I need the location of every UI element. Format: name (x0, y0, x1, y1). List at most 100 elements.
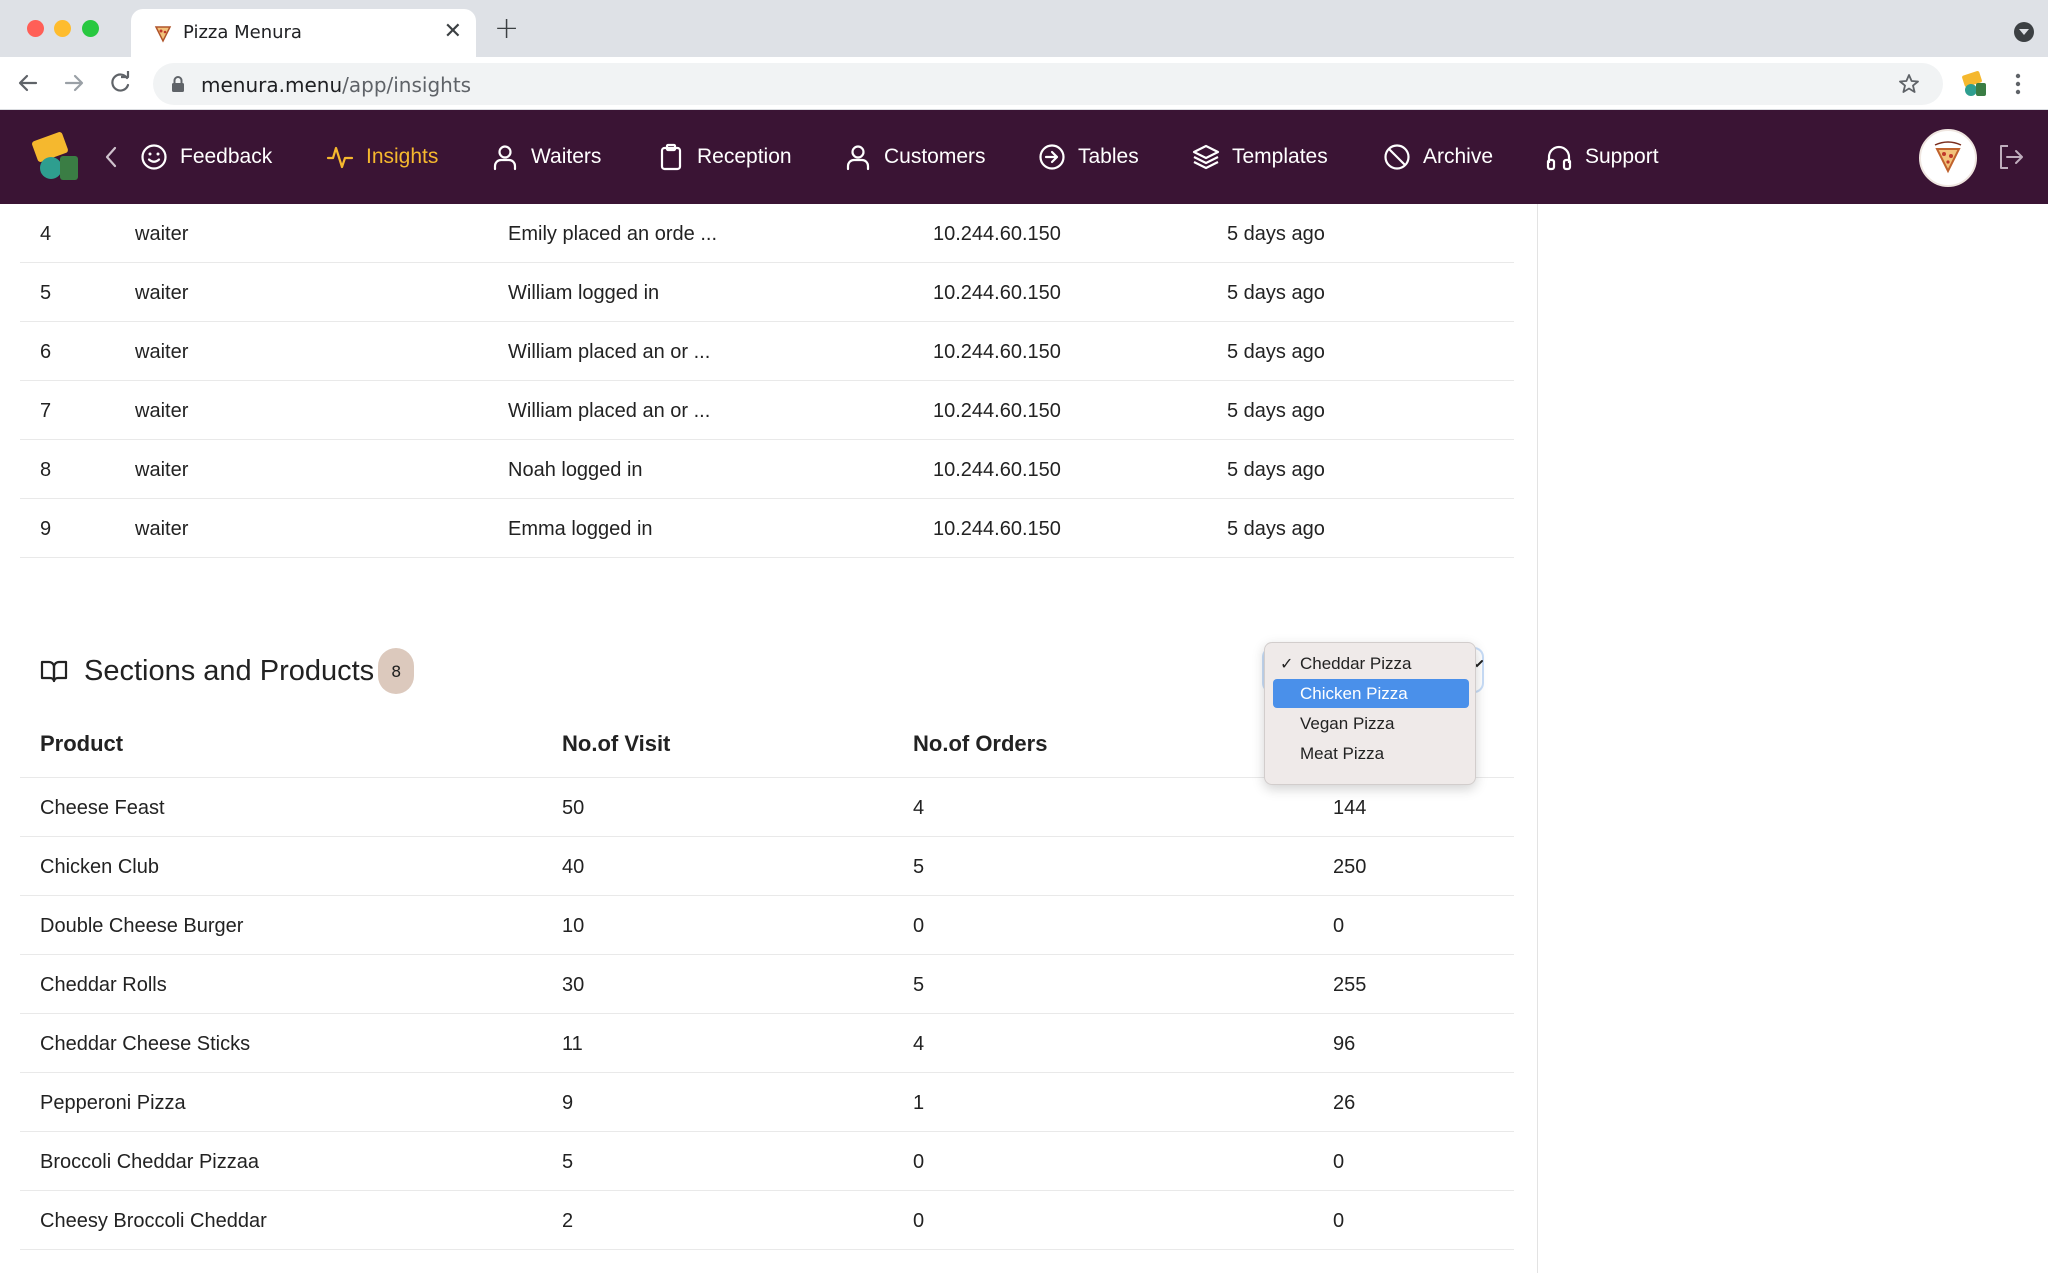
table-row: Double Cheese Burger 10 0 0 (20, 896, 1514, 955)
product-name: Cheesy Broccoli Cheddar (40, 1210, 267, 1232)
arrow-circle-icon (1039, 144, 1065, 170)
product-name: Broccoli Cheddar Pizzaa (40, 1151, 259, 1173)
log-action: William logged in (508, 282, 660, 304)
app-navbar: Feedback Insights Waiters Reception Cust… (0, 110, 2048, 204)
restaurant-avatar[interactable] (1919, 129, 1977, 187)
open-book-icon (40, 660, 68, 683)
menura-extension-icon[interactable] (1960, 69, 1990, 99)
user-icon (846, 145, 870, 171)
reload-icon[interactable] (106, 69, 134, 97)
log-action: William placed an or ... (508, 341, 711, 363)
log-role: waiter (135, 400, 189, 422)
tab-close-icon[interactable]: ✕ (444, 19, 462, 45)
user-icon (493, 145, 517, 171)
nav-waiters[interactable]: Waiters (491, 110, 601, 204)
browser-tab[interactable]: Pizza Menura ✕ (131, 9, 476, 57)
forward-arrow-icon[interactable] (60, 69, 88, 97)
new-tab-icon[interactable]: + (494, 14, 519, 44)
tab-search-icon[interactable] (2014, 22, 2034, 42)
nav-archive[interactable]: Archive (1383, 110, 1493, 204)
product-revenue: 255 (1333, 974, 1367, 996)
product-name: Cheese Feast (40, 797, 165, 819)
product-revenue: 0 (1333, 1210, 1345, 1232)
dropdown-option-meat-pizza[interactable]: Meat Pizza (1273, 739, 1469, 768)
checkmark-icon: ✓ (1280, 656, 1294, 673)
dropdown-option-vegan-pizza[interactable]: Vegan Pizza (1273, 709, 1469, 738)
product-name: Cheddar Cheese Sticks (40, 1033, 251, 1055)
product-visits: 5 (562, 1151, 574, 1173)
log-number: 8 (40, 459, 52, 481)
logout-icon[interactable] (1996, 142, 2026, 172)
dropdown-option-chicken-pizza[interactable]: Chicken Pizza (1273, 679, 1469, 708)
url-text: menura.menu/app/insights (201, 73, 471, 97)
dropdown-option-label: Meat Pizza (1300, 744, 1385, 763)
table-row: 6 waiter William placed an or ... 10.244… (20, 322, 1514, 381)
url-path: /app/insights (342, 73, 472, 97)
activity-log-table: 4 waiter Emily placed an orde ... 10.244… (20, 204, 1514, 558)
table-row: 8 waiter Noah logged in 10.244.60.150 5 … (20, 440, 1514, 499)
nav-reception[interactable]: Reception (657, 110, 792, 204)
browser-tab-strip: Pizza Menura ✕ + (0, 0, 2048, 57)
product-orders: 4 (913, 1033, 925, 1055)
lock-icon (172, 76, 184, 92)
log-ip: 10.244.60.150 (933, 518, 1061, 540)
browser-menu-icon[interactable] (2014, 73, 2022, 95)
product-count-badge: 8 (378, 648, 415, 694)
dropdown-option-label: Cheddar Pizza (1300, 654, 1412, 673)
nav-tables[interactable]: Tables (1038, 110, 1139, 204)
nav-customers-label: Customers (884, 145, 986, 168)
nav-support[interactable]: Support (1545, 110, 1659, 204)
nav-insights[interactable]: Insights (326, 110, 438, 204)
log-number: 4 (40, 223, 52, 245)
log-ip: 10.244.60.150 (933, 282, 1061, 304)
log-role: waiter (135, 518, 189, 540)
section-title: Sections and Products (84, 654, 375, 687)
dropdown-option-cheddar-pizza[interactable]: ✓ Cheddar Pizza (1273, 649, 1469, 678)
address-bar[interactable]: menura.menu/app/insights (153, 63, 1943, 105)
product-revenue: 26 (1333, 1092, 1356, 1114)
table-row: 9 waiter Emma logged in 10.244.60.150 5 … (20, 499, 1514, 558)
window-zoom-button[interactable] (82, 20, 99, 37)
menura-logo-icon[interactable] (30, 130, 84, 184)
column-header-visits: No.of Visit (562, 731, 671, 756)
table-row: Cheddar Rolls 30 5 255 (20, 955, 1514, 1014)
nav-support-label: Support (1585, 145, 1659, 168)
log-time: 5 days ago (1227, 341, 1325, 363)
log-role: waiter (135, 223, 189, 245)
section-dropdown-menu: ✓ Cheddar Pizza Chicken Pizza Vegan Pizz… (1264, 642, 1476, 785)
window-minimize-button[interactable] (54, 20, 71, 37)
log-time: 5 days ago (1227, 459, 1325, 481)
nav-templates[interactable]: Templates (1192, 110, 1328, 204)
nav-tables-label: Tables (1078, 145, 1139, 168)
nav-insights-label: Insights (366, 145, 439, 168)
log-time: 5 days ago (1227, 518, 1325, 540)
log-role: waiter (135, 341, 189, 363)
product-name: Chicken Club (40, 856, 159, 878)
nav-archive-label: Archive (1423, 145, 1494, 168)
activity-icon (326, 146, 354, 169)
chevron-left-icon[interactable] (102, 144, 120, 170)
product-visits: 40 (562, 856, 585, 878)
nav-customers[interactable]: Customers (844, 110, 986, 204)
table-row: Pepperoni Pizza 9 1 26 (20, 1073, 1514, 1132)
log-ip: 10.244.60.150 (933, 223, 1061, 245)
log-action: Emily placed an orde ... (508, 223, 717, 245)
nav-waiters-label: Waiters (531, 145, 602, 168)
log-role: waiter (135, 282, 189, 304)
nav-feedback[interactable]: Feedback (140, 110, 272, 204)
back-arrow-icon[interactable] (14, 69, 42, 97)
window-close-button[interactable] (27, 20, 44, 37)
bookmark-star-icon[interactable] (1897, 72, 1921, 96)
log-action: Noah logged in (508, 459, 643, 481)
insights-content: 4 waiter Emily placed an orde ... 10.244… (0, 204, 1538, 1273)
product-orders: 5 (913, 856, 925, 878)
log-number: 6 (40, 341, 52, 363)
product-visits: 10 (562, 915, 585, 937)
products-table: Product No.of Visit No.of Orders Cheese … (20, 704, 1514, 1250)
browser-toolbar: menura.menu/app/insights (0, 57, 2048, 110)
nav-templates-label: Templates (1232, 145, 1328, 168)
log-ip: 10.244.60.150 (933, 400, 1061, 422)
table-row: Cheesy Broccoli Cheddar 2 0 0 (20, 1191, 1514, 1250)
log-number: 5 (40, 282, 52, 304)
product-visits: 50 (562, 797, 585, 819)
